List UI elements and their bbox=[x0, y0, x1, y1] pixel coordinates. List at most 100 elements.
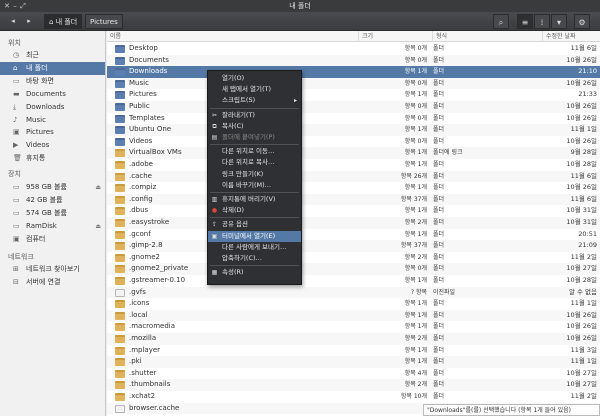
column-size[interactable]: 크기 bbox=[359, 31, 433, 42]
file-row[interactable]: .config 항목 37개 폴더 11월 6일 bbox=[107, 193, 600, 206]
menu-item[interactable]: ⧉ 복사(C) bbox=[208, 121, 301, 132]
forward-arrow-icon[interactable]: ▸ bbox=[22, 15, 36, 28]
file-modified: 9월 28일 bbox=[570, 148, 597, 157]
file-type: 폴더 bbox=[433, 346, 445, 354]
file-size: 항목 1개 bbox=[404, 161, 427, 168]
file-size: 항목 0개 bbox=[404, 265, 427, 273]
back-arrow-icon[interactable]: ◂ bbox=[6, 15, 20, 28]
file-name: .mplayer bbox=[129, 345, 161, 354]
sidebar-item-places-8[interactable]: 🗑 휴지통 bbox=[0, 152, 105, 165]
file-row[interactable]: .thumbnails 항목 2개 폴더 10월 27일 bbox=[107, 379, 600, 391]
file-size: 항목 1개 bbox=[404, 184, 427, 192]
file-row[interactable]: Music 항목 0개 폴더 10월 26일 bbox=[107, 77, 600, 90]
menu-item[interactable]: ✂ 잘라내기(T) bbox=[208, 110, 301, 121]
menu-item[interactable]: 이름 바꾸기(M)… bbox=[208, 180, 301, 191]
sidebar-item-places-1[interactable]: ⌂ 내 폴더 bbox=[0, 61, 105, 75]
menu-item[interactable]: 링크 만들기(K) bbox=[208, 169, 301, 180]
file-row[interactable]: .pki 항목 1개 폴더 11월 1일 bbox=[107, 356, 600, 368]
file-row[interactable]: Public 항목 0개 폴더 10월 26일 bbox=[107, 101, 600, 113]
file-row[interactable]: .gnome2 항목 2개 폴더 11월 2일 bbox=[107, 252, 600, 264]
column-name[interactable]: 이름 bbox=[107, 31, 359, 42]
sidebar-item-label: Downloads bbox=[26, 102, 65, 111]
file-row[interactable]: .adobe 항목 1개 폴더 10월 28일 bbox=[107, 159, 600, 171]
breadcrumb-pictures[interactable]: Pictures bbox=[85, 14, 123, 29]
cut-icon: ✂ bbox=[211, 111, 218, 119]
file-row[interactable]: Videos 항목 0개 폴더 10월 26일 bbox=[107, 136, 600, 148]
menu-item[interactable]: 열기(O) bbox=[208, 73, 301, 84]
sidebar-item-places-5[interactable]: ♪ Music bbox=[0, 114, 105, 127]
drive-icon: ▭ bbox=[13, 183, 20, 191]
sidebar-item-places-6[interactable]: ▣ Pictures bbox=[0, 126, 105, 139]
menu-item[interactable]: 스크립트(S) ▸ bbox=[208, 95, 301, 106]
menu-item[interactable]: ▣ 터미널에서 열기(E) bbox=[208, 230, 301, 242]
sort-down-icon[interactable]: ▾ bbox=[551, 14, 567, 29]
file-row[interactable]: .local 항목 1개 폴더 10월 26일 bbox=[107, 309, 600, 322]
sidebar-item-places-4[interactable]: ⤓ Downloads bbox=[0, 101, 105, 114]
sidebar-item-devices-0[interactable]: ▭ 958 GB 볼륨 ⏏ bbox=[0, 181, 105, 194]
sidebar-item-places-7[interactable]: ▶ Videos bbox=[0, 139, 105, 152]
file-row[interactable]: .xchat2 항목 10개 폴더 11월 2일 bbox=[107, 391, 600, 403]
menu-item[interactable]: ● 삭제(D) bbox=[208, 205, 301, 216]
file-row[interactable]: Desktop 항목 0개 폴더 11월 6일 bbox=[107, 43, 600, 55]
sidebar-item-network-1[interactable]: ⊟ 서버에 연결 bbox=[0, 276, 105, 289]
file-row[interactable]: Documents 항목 0개 폴더 10월 26일 bbox=[107, 54, 600, 67]
search-icon[interactable]: ⌕ bbox=[493, 14, 509, 29]
file-row[interactable]: .dbus 항목 1개 폴더 10월 31일 bbox=[107, 205, 600, 217]
file-type: 폴더 bbox=[433, 253, 445, 261]
file-row[interactable]: Downloads 항목 1개 폴더 21:10 bbox=[107, 66, 600, 78]
file-row[interactable]: .easystroke 항목 2개 폴더 10월 31일 bbox=[107, 217, 600, 229]
menu-item[interactable]: 새 탭에서 열기(T) bbox=[208, 84, 301, 95]
sidebar-item-places-0[interactable]: ◷ 최근 bbox=[0, 49, 105, 62]
eject-icon[interactable]: ⏏ bbox=[95, 181, 101, 194]
eject-icon[interactable]: ⏏ bbox=[95, 220, 101, 233]
file-row[interactable]: .gvfs ? 항목 이진파일 알 수 없음 bbox=[107, 286, 600, 299]
file-row[interactable]: Templates 항목 0개 폴더 10월 26일 bbox=[107, 113, 600, 125]
grid-view-icon[interactable]: ⁞ bbox=[534, 14, 550, 29]
file-modified: 10월 26일 bbox=[566, 322, 597, 331]
list-view-icon[interactable]: ≡ bbox=[517, 14, 533, 29]
column-type[interactable]: 형식 bbox=[433, 31, 543, 42]
file-row[interactable]: .gnome2_private 항목 0개 폴더 10월 27일 bbox=[107, 263, 600, 275]
file-row[interactable]: .cache 항목 26개 폴더 11월 6일 bbox=[107, 170, 600, 183]
file-row[interactable]: .macromedia 항목 1개 폴더 10월 26일 bbox=[107, 321, 600, 333]
gear-icon[interactable]: ⚙ bbox=[574, 14, 590, 29]
sidebar-item-places-2[interactable]: ▭ 바탕 화면 bbox=[0, 75, 105, 88]
file-modified: 10월 26일 bbox=[566, 55, 597, 64]
file-row[interactable]: .compiz 항목 1개 폴더 10월 26일 bbox=[107, 182, 600, 194]
file-row[interactable]: .shutter 항목 4개 폴더 10월 27일 bbox=[107, 368, 600, 380]
folder-icon bbox=[115, 195, 125, 204]
file-row[interactable]: VirtualBox VMs 항목 1개 폴더에 링크 9월 28일 bbox=[107, 147, 600, 159]
menu-item[interactable]: 압축하기(C)… bbox=[208, 253, 301, 264]
menu-item[interactable]: ⇪ 공유 옵션 bbox=[208, 219, 301, 230]
menu-item[interactable]: 다른 위치로 복사… bbox=[208, 157, 301, 168]
video-icon: ▶ bbox=[13, 141, 19, 150]
sidebar-item-network-0[interactable]: ⊞ 네트워크 찾아보기 bbox=[0, 263, 105, 276]
file-row[interactable]: .mozilla 항목 2개 폴더 10월 26일 bbox=[107, 333, 600, 345]
sidebar-item-label: 서버에 연결 bbox=[26, 277, 61, 286]
file-row[interactable]: .gimp-2.8 항목 37개 폴더 21:09 bbox=[107, 240, 600, 252]
file-row[interactable]: .gconf 항목 1개 폴더 20:51 bbox=[107, 229, 600, 241]
breadcrumb-home[interactable]: ⌂ 내 폴더 bbox=[44, 14, 83, 29]
sidebar-item-devices-2[interactable]: ▭ 574 GB 볼륨 bbox=[0, 207, 105, 220]
file-type: 폴더 bbox=[433, 381, 445, 389]
file-row[interactable]: .icons 항목 1개 폴더 11월 1일 bbox=[107, 298, 600, 310]
file-modified: 21:10 bbox=[578, 67, 597, 76]
folder-icon bbox=[115, 68, 125, 77]
sidebar-item-devices-4[interactable]: ▣ 컴퓨터 bbox=[0, 233, 105, 246]
column-modified[interactable]: 수정한 날짜 bbox=[543, 31, 600, 42]
file-row[interactable]: .gstreamer-0.10 항목 1개 폴더 10월 28일 bbox=[107, 275, 600, 287]
menu-item[interactable]: 다른 위치로 이동… bbox=[208, 146, 301, 157]
menu-item[interactable]: ▦ 속성(R) bbox=[208, 267, 301, 278]
file-size: 항목 37개 bbox=[400, 195, 427, 203]
sidebar-item-places-3[interactable]: ▬ Documents bbox=[0, 88, 105, 101]
file-row[interactable]: Ubuntu One 항목 1개 폴더 11월 1일 bbox=[107, 124, 600, 136]
paste-icon: ▤ bbox=[211, 134, 218, 141]
file-row[interactable]: .mplayer 항목 1개 폴더 11월 3일 bbox=[107, 345, 600, 357]
sidebar-item-devices-1[interactable]: ▭ 42 GB 볼륨 bbox=[0, 194, 105, 207]
sidebar-item-devices-3[interactable]: ▭ RamDisk ⏏ bbox=[0, 220, 105, 233]
file-row[interactable]: Pictures 항목 1개 폴더 21:33 bbox=[107, 89, 600, 101]
menu-item[interactable]: ▥ 휴지통에 버리기(V) bbox=[208, 194, 301, 205]
menu-item[interactable]: 다른 사람에게 보내기… bbox=[208, 242, 301, 253]
folder-icon bbox=[115, 311, 125, 320]
file-size: ? 항목 bbox=[410, 288, 427, 296]
